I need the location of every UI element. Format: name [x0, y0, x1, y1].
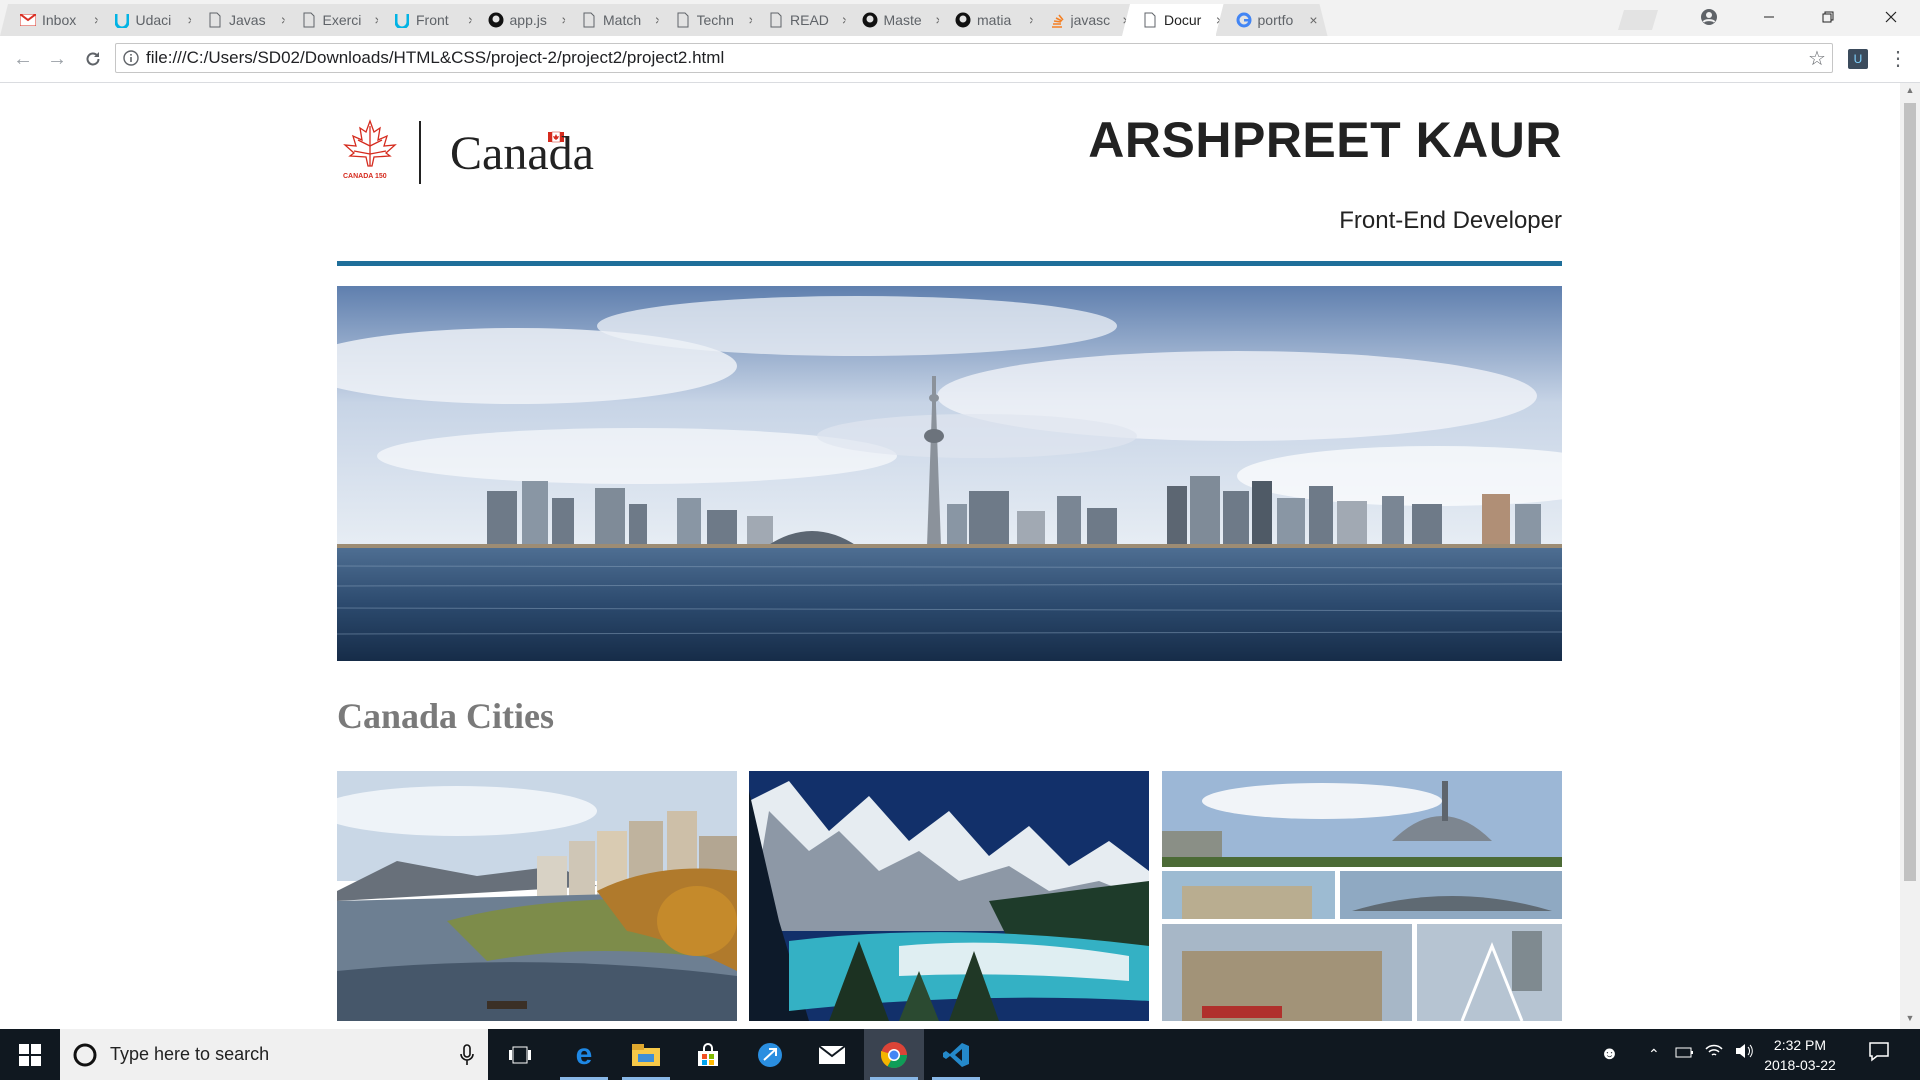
- page-icon: [301, 12, 317, 28]
- extension-icon[interactable]: U: [1848, 49, 1868, 69]
- new-tab-button[interactable]: [1618, 10, 1658, 30]
- forward-icon[interactable]: →: [44, 46, 70, 72]
- close-icon[interactable]: ×: [1309, 12, 1317, 28]
- page-viewport: CANADA 150 Canada ARSHPREET KAUR Front-E…: [0, 83, 1900, 1029]
- tab-title: javasc: [1070, 12, 1111, 28]
- tab-title: Inbox: [42, 12, 77, 28]
- tab-title: Maste: [883, 12, 922, 28]
- scroll-thumb[interactable]: [1904, 103, 1916, 881]
- gmail-icon: [20, 12, 36, 28]
- tab-title: Exerci: [322, 12, 362, 28]
- close-window-button[interactable]: [1868, 0, 1914, 34]
- canada-logo: CANADA 150 Canada: [340, 116, 630, 186]
- back-icon[interactable]: ←: [10, 46, 36, 72]
- edge-icon[interactable]: e: [554, 1029, 614, 1080]
- vscode-icon[interactable]: [926, 1029, 986, 1080]
- tab-title: Front: [416, 12, 449, 28]
- tab-title: portfo: [1257, 12, 1294, 28]
- developer-name: ARSHPREET KAUR: [1088, 112, 1562, 168]
- volume-icon[interactable]: [1735, 1043, 1755, 1064]
- restore-button[interactable]: [1805, 0, 1851, 34]
- page-icon: [768, 12, 784, 28]
- reload-icon[interactable]: [80, 46, 106, 72]
- tab-title: app.js: [509, 12, 547, 28]
- minimize-button[interactable]: [1746, 0, 1792, 34]
- task-view-icon[interactable]: [490, 1029, 550, 1080]
- developer-role: Front-End Developer: [1339, 207, 1562, 234]
- store-icon[interactable]: [678, 1029, 738, 1080]
- udacity-icon: [114, 12, 130, 28]
- github-icon: [488, 12, 504, 28]
- scroll-down-icon[interactable]: ▼: [1900, 1013, 1920, 1027]
- action-center-icon[interactable]: [1868, 1041, 1890, 1068]
- city-image-vancouver: [337, 771, 737, 1021]
- tab-strip: Inbox×Udaci×Javas×Exerci×Front×app.js×Ma…: [0, 0, 1920, 36]
- city-image-winnipeg-collage: [1162, 771, 1562, 1021]
- hero-image-toronto-skyline: [337, 286, 1562, 661]
- page-icon: [581, 12, 597, 28]
- tab-title: Techn: [696, 12, 734, 28]
- page-icon: [1142, 12, 1158, 28]
- github-icon: [862, 12, 878, 28]
- chrome-icon[interactable]: [864, 1029, 924, 1080]
- section-title: Canada Cities: [337, 696, 555, 736]
- page-icon: [675, 12, 691, 28]
- cortana-icon: [72, 1042, 98, 1068]
- microphone-icon[interactable]: [460, 1043, 474, 1066]
- tab-title: Udaci: [135, 12, 172, 28]
- clock-date: 2018-03-22: [1764, 1057, 1836, 1073]
- tab-title: READ: [790, 12, 829, 28]
- wifi-icon[interactable]: [1705, 1043, 1723, 1064]
- tab-title: Docur: [1164, 12, 1202, 28]
- taskbar-search-placeholder: Type here to search: [110, 1044, 270, 1064]
- logo-caption: CANADA 150: [343, 173, 387, 180]
- maple-leaf-icon: [343, 119, 397, 167]
- windows-start-icon[interactable]: [0, 1029, 60, 1080]
- browser-toolbar: ← → file:///C:/Users/SD02/Downloads/HTML…: [0, 36, 1920, 83]
- menu-kebab-icon[interactable]: ⋮: [1888, 46, 1908, 72]
- bookmark-star-icon[interactable]: ☆: [1802, 46, 1832, 71]
- udacity-icon: [394, 12, 410, 28]
- scroll-up-icon[interactable]: ▲: [1900, 85, 1920, 99]
- mail-icon[interactable]: [802, 1029, 862, 1080]
- stackoverflow-icon: [1049, 12, 1065, 28]
- tray-chevron-icon[interactable]: ⌃: [1648, 1046, 1660, 1063]
- file-explorer-icon[interactable]: [616, 1029, 676, 1080]
- browser-tab[interactable]: portfo ×: [1216, 4, 1328, 36]
- github-icon: [955, 12, 971, 28]
- page-scrollbar[interactable]: ▲ ▼: [1900, 83, 1920, 1029]
- battery-icon[interactable]: [1675, 1043, 1695, 1064]
- tab-title: matia: [977, 12, 1012, 28]
- info-icon[interactable]: [116, 50, 146, 66]
- header-divider: [337, 261, 1562, 266]
- clock-time: 2:32 PM: [1773, 1037, 1827, 1053]
- windows-taskbar: Type here to search e ☻ ⌃ 2:32 PM 2018-0: [0, 1029, 1920, 1080]
- tab-title: Javas: [229, 12, 266, 28]
- taskbar-clock[interactable]: 2:32 PM 2018-03-22: [1760, 1035, 1840, 1075]
- city-image-moraine-lake: [749, 771, 1149, 1021]
- canada-wordmark: Canada: [450, 127, 594, 180]
- taskbar-search-box[interactable]: Type here to search: [60, 1029, 488, 1080]
- address-bar[interactable]: file:///C:/Users/SD02/Downloads/HTML&CSS…: [115, 43, 1833, 73]
- google-icon: [1236, 12, 1252, 28]
- profile-icon[interactable]: [1686, 0, 1732, 34]
- network-app-icon[interactable]: [740, 1029, 800, 1080]
- tab-title: Match: [603, 12, 642, 28]
- people-icon[interactable]: ☻: [1600, 1043, 1619, 1064]
- page-icon: [207, 12, 223, 28]
- url-text[interactable]: file:///C:/Users/SD02/Downloads/HTML&CSS…: [146, 48, 1802, 68]
